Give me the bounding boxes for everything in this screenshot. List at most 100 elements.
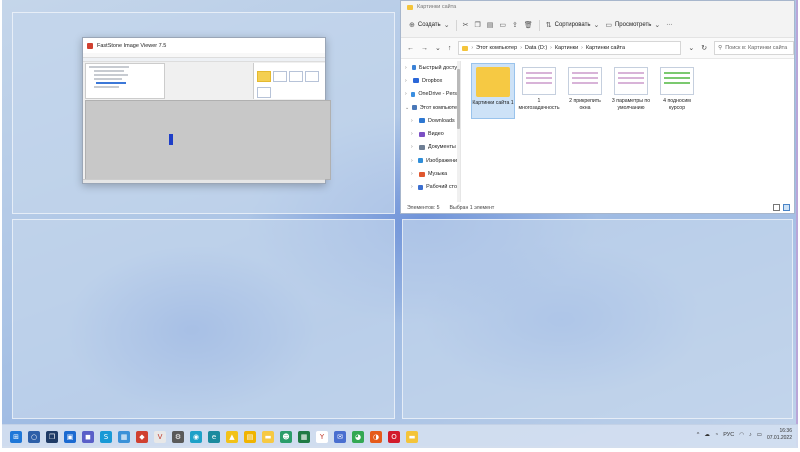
address-bar[interactable]: › Этот компьютер › Data (D:) › Картинки … <box>458 41 682 55</box>
nav-item[interactable]: › Downloads <box>401 114 460 127</box>
file-item[interactable]: 1 многозадачность <box>517 63 561 119</box>
chevron-down-icon[interactable]: ⌄ <box>688 44 694 52</box>
up-arrow-icon[interactable]: ↑ <box>448 45 452 52</box>
wifi-icon[interactable]: ◠ <box>739 432 744 438</box>
chevron-right-icon[interactable]: › <box>411 184 415 190</box>
faststone-thumbnails[interactable] <box>253 63 325 99</box>
tree-item[interactable] <box>94 74 128 76</box>
nav-item[interactable]: › Изображения <box>401 154 460 167</box>
nav-item[interactable]: › Быстрый доступ <box>401 61 460 74</box>
cloud-icon[interactable]: ☁ <box>704 432 710 438</box>
tree-item-selected[interactable] <box>96 82 126 84</box>
file-explorer-icon[interactable]: ▬ <box>262 430 274 443</box>
snap-zone-bottom-left[interactable] <box>12 219 395 419</box>
nav-item[interactable]: › Рабочий стол <box>401 181 460 194</box>
language-indicator[interactable]: РУС <box>723 432 734 438</box>
warning-app-icon[interactable]: ▲ <box>226 430 238 443</box>
thumbnail[interactable] <box>289 71 303 82</box>
chevron-right-icon[interactable]: › <box>405 78 410 84</box>
widgets-icon[interactable]: ▣ <box>64 430 76 443</box>
mail-icon[interactable]: ✉ <box>334 430 346 443</box>
settings-icon[interactable]: ⚙ <box>172 430 184 443</box>
tree-item[interactable] <box>94 70 124 72</box>
faststone-toolbar[interactable] <box>83 58 325 62</box>
cut-icon[interactable]: ✂ <box>463 21 469 29</box>
tiles-view-icon[interactable] <box>783 204 790 211</box>
faststone-icon[interactable]: ◆ <box>136 430 148 443</box>
app-icon[interactable]: ◉ <box>190 430 202 443</box>
delete-icon[interactable]: 🗑 <box>524 21 533 29</box>
sheets-icon[interactable]: ▦ <box>298 430 310 443</box>
nav-item[interactable]: ⌄ Этот компьютер <box>401 101 460 114</box>
people-icon[interactable]: ☻ <box>280 430 292 443</box>
battery-icon[interactable]: ▭ <box>757 432 762 438</box>
antivirus-icon[interactable]: V <box>154 430 166 443</box>
details-view-icon[interactable] <box>773 204 780 211</box>
chat-icon[interactable]: ◼ <box>82 430 94 443</box>
notes-icon[interactable]: ▤ <box>244 430 256 443</box>
file-item[interactable]: 4 подносим курсор <box>655 63 699 119</box>
photos-icon[interactable]: ▦ <box>118 430 130 443</box>
refresh-icon[interactable]: ↻ <box>701 44 707 52</box>
file-item[interactable]: 2 прикрепить окна <box>563 63 607 119</box>
explorer-icon[interactable]: ▬ <box>406 430 418 443</box>
thumbnail[interactable] <box>273 71 287 82</box>
nav-item[interactable]: › Видео <box>401 127 460 140</box>
thumbnail-folder[interactable] <box>257 71 271 82</box>
faststone-folder-tree[interactable] <box>85 63 165 99</box>
sort-button[interactable]: ⇅ Сортировать ⌄ <box>546 21 600 29</box>
faststone-titlebar[interactable]: FastStone Image Viewer 7.5 <box>83 38 325 53</box>
thumbnail[interactable] <box>305 71 319 82</box>
breadcrumb-item[interactable]: Data (D:) <box>525 45 547 51</box>
nav-item[interactable]: › Музыка <box>401 167 460 180</box>
explorer-titlebar[interactable]: Картинки сайта <box>401 1 794 13</box>
chevron-down-icon[interactable]: ⌄ <box>435 44 441 52</box>
tree-item[interactable] <box>94 78 122 80</box>
chevron-right-icon[interactable]: › <box>411 171 416 177</box>
paste-icon[interactable]: ▤ <box>487 21 494 29</box>
network-icon[interactable]: ◔ <box>715 432 718 438</box>
opera-icon[interactable]: O <box>388 430 400 443</box>
file-item[interactable]: 3 параметры по умолчанию <box>609 63 653 119</box>
task-view-icon[interactable]: ❐ <box>46 430 58 443</box>
folder-item[interactable]: Картинки сайта 1 <box>471 63 515 119</box>
clock[interactable]: 16:36 07.01.2022 <box>767 428 792 442</box>
search-input[interactable]: ⚲ Поиск в: Картинки сайта <box>714 41 794 55</box>
windows-start-icon[interactable]: ⊞ <box>10 430 22 443</box>
copy-icon[interactable]: ❐ <box>474 21 480 29</box>
scrollbar-thumb[interactable] <box>457 69 460 129</box>
file-explorer-window[interactable]: Картинки сайта ⊕ Создать ⌄ ✂ ❐ ▤ ▭ ⇪ 🗑 ⇅… <box>400 0 795 214</box>
chevron-right-icon[interactable]: › <box>411 131 416 137</box>
back-arrow-icon[interactable]: ← <box>407 45 414 52</box>
chevron-right-icon[interactable]: › <box>405 65 409 71</box>
forward-arrow-icon[interactable]: → <box>421 45 428 52</box>
faststone-window[interactable]: FastStone Image Viewer 7.5 <box>82 37 331 184</box>
chevron-right-icon[interactable]: › <box>411 118 416 124</box>
chevron-down-icon[interactable]: ⌄ <box>405 105 409 111</box>
tray-chevron-icon[interactable]: ^ <box>697 432 700 438</box>
edge-icon[interactable]: e <box>208 430 220 443</box>
volume-icon[interactable]: ♪ <box>749 432 752 438</box>
thumbnail[interactable] <box>257 87 271 98</box>
share-icon[interactable]: ⇪ <box>512 21 518 29</box>
skype-icon[interactable]: S <box>100 430 112 443</box>
yandex-icon[interactable]: Y <box>316 430 328 443</box>
search-icon[interactable]: ○ <box>28 430 40 443</box>
tree-item[interactable] <box>89 66 129 68</box>
chevron-right-icon[interactable]: › <box>411 158 415 164</box>
breadcrumb-item[interactable]: Картинки <box>555 45 578 51</box>
more-options-button[interactable]: ··· <box>666 22 672 28</box>
chrome-icon[interactable]: ◕ <box>352 430 364 443</box>
firefox-icon[interactable]: ◑ <box>370 430 382 443</box>
view-button[interactable]: ▭ Просмотреть ⌄ <box>605 21 660 29</box>
breadcrumb-item[interactable]: Картинки сайта <box>586 45 625 51</box>
snap-zone-bottom-right[interactable] <box>402 219 793 419</box>
nav-item[interactable]: › OneDrive - Perso <box>401 88 460 101</box>
breadcrumb-item[interactable]: Этот компьютер <box>476 45 517 51</box>
nav-item[interactable]: › Документы <box>401 141 460 154</box>
rename-icon[interactable]: ▭ <box>499 21 506 29</box>
navigation-scrollbar[interactable] <box>457 61 460 203</box>
tree-item[interactable] <box>94 86 119 88</box>
nav-item[interactable]: › Dropbox <box>401 74 460 87</box>
chevron-right-icon[interactable]: › <box>411 144 416 150</box>
